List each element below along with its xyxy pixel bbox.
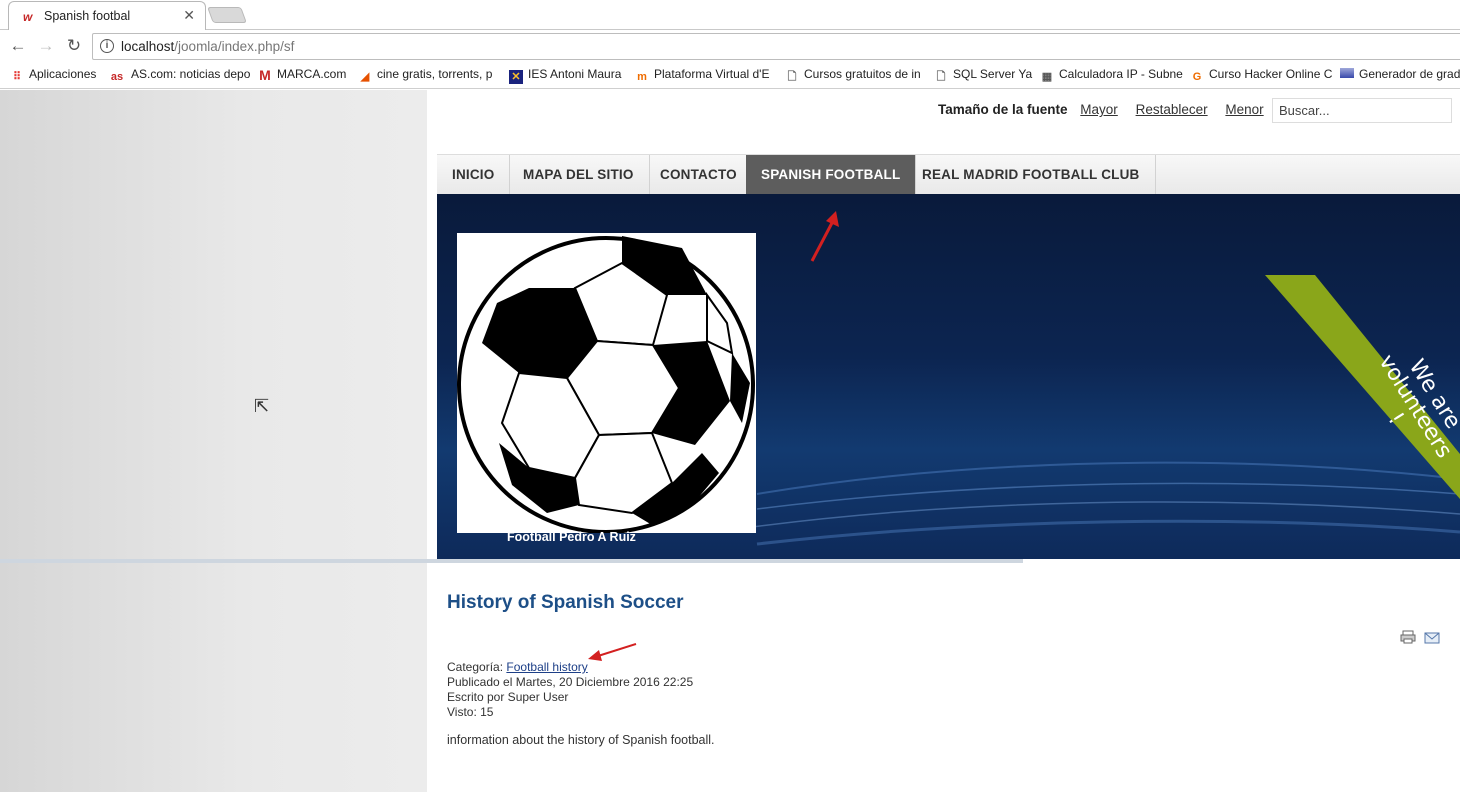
font-smaller-link[interactable]: Menor [1225, 102, 1263, 117]
soccer-ball-image [457, 233, 756, 534]
page-icon: 🗋 [936, 71, 946, 83]
bookmark-marca[interactable]: M MARCA.com [258, 67, 346, 82]
soccer-ball-icon [457, 236, 755, 534]
bookmark-cine[interactable]: ◢ cine gratis, torrents, p [358, 67, 493, 84]
bookmark-calculadora[interactable]: ▦ Calculadora IP - Subne [1040, 67, 1183, 84]
mouse-cursor-icon: ⇱ [254, 396, 270, 416]
main-menu: INICIO MAPA DEL SITIO CONTACTO SPANISH F… [437, 154, 1460, 195]
info-icon[interactable]: i [100, 39, 114, 53]
marca-logo-icon: M [259, 67, 271, 83]
page-left-background [0, 90, 427, 792]
bookmark-as[interactable]: as AS.com: noticias depo [108, 67, 251, 84]
bookmark-cursos[interactable]: 🗋 Cursos gratuitos de in [785, 67, 921, 84]
bookmark-ies[interactable]: ✕ IES Antoni Maura [509, 67, 621, 84]
annotation-arrow-icon [810, 211, 839, 262]
url-text[interactable]: localhost/joomla/index.php/sf [121, 39, 294, 54]
article-title: History of Spanish Soccer [447, 592, 684, 613]
article-author: Escrito por Super User [447, 690, 569, 704]
browser-toolbar: ← → ↻ i localhost/joomla/index.php/sf [0, 30, 1460, 62]
reload-icon[interactable]: ↻ [63, 36, 85, 56]
article-actions [1400, 630, 1440, 649]
font-reset-link[interactable]: Restablecer [1136, 102, 1208, 117]
menu-item-spanish-football[interactable]: SPANISH FOOTBALL [746, 155, 917, 195]
article-category: Categoría: Football history [447, 660, 693, 675]
as-logo-icon: as [110, 71, 124, 83]
menu-item-contacto[interactable]: CONTACTO [645, 155, 753, 195]
hacker-icon: G [1192, 71, 1202, 83]
header-divider [0, 559, 1023, 563]
bookmarks-bar: ⠿ Aplicaciones as AS.com: noticias depo MM… [0, 62, 1460, 89]
bookmark-hacker[interactable]: G Curso Hacker Online C [1190, 67, 1333, 84]
forward-arrow-icon[interactable]: → [35, 36, 57, 56]
tab-bar: w Spanish footbal ✕ [0, 0, 1460, 30]
article-info: Categoría: Football history Publicado el… [447, 660, 693, 720]
menu-item-real-madrid[interactable]: REAL MADRID FOOTBALL CLUB [907, 155, 1156, 195]
search-input[interactable]: Buscar... [1272, 98, 1452, 123]
bookmark-generador[interactable]: Generador de grad [1340, 67, 1460, 81]
site-header-banner: We are volunteers ! Football Pedro A Rui… [437, 194, 1460, 559]
image-caption: Football Pedro A Ruiz [507, 530, 636, 544]
film-icon: ◢ [360, 71, 370, 83]
category-link[interactable]: Football history [506, 660, 587, 674]
gradient-icon [1340, 68, 1354, 78]
new-tab-button[interactable] [207, 7, 247, 23]
apps-grid-icon: ⠿ [12, 71, 22, 83]
address-bar[interactable]: i localhost/joomla/index.php/sf [92, 33, 1460, 60]
back-arrow-icon[interactable]: ← [7, 36, 29, 56]
browser-tab[interactable]: w Spanish footbal ✕ [8, 1, 206, 30]
page-icon: 🗋 [787, 71, 797, 83]
article-hits: Visto: 15 [447, 705, 494, 719]
article-published: Publicado el Martes, 20 Diciembre 2016 2… [447, 675, 694, 689]
font-size-label: Tamaño de la fuente [938, 102, 1068, 117]
article-body: information about the history of Spanish… [447, 733, 715, 747]
moodle-icon: m [637, 71, 647, 83]
site-favicon-icon: w [23, 10, 33, 24]
bookmark-plataforma[interactable]: m Plataforma Virtual d'E [635, 67, 769, 84]
category-label: Categoría: [447, 660, 504, 674]
close-tab-icon[interactable]: ✕ [183, 7, 195, 24]
bookmark-sql[interactable]: 🗋 SQL Server Ya [934, 67, 1033, 84]
font-size-controls: Tamaño de la fuente Mayor Restablecer Me… [938, 102, 1278, 117]
tab-title: Spanish footbal [44, 9, 131, 23]
email-icon[interactable] [1424, 632, 1440, 644]
print-icon[interactable] [1400, 630, 1416, 644]
bookmark-apps[interactable]: ⠿ Aplicaciones [10, 67, 96, 84]
font-bigger-link[interactable]: Mayor [1080, 102, 1118, 117]
calculator-icon: ▦ [1041, 71, 1053, 83]
ies-logo-icon: ✕ [509, 70, 523, 84]
menu-item-inicio[interactable]: INICIO [437, 155, 511, 195]
menu-item-mapa-del-sitio[interactable]: MAPA DEL SITIO [508, 155, 650, 195]
